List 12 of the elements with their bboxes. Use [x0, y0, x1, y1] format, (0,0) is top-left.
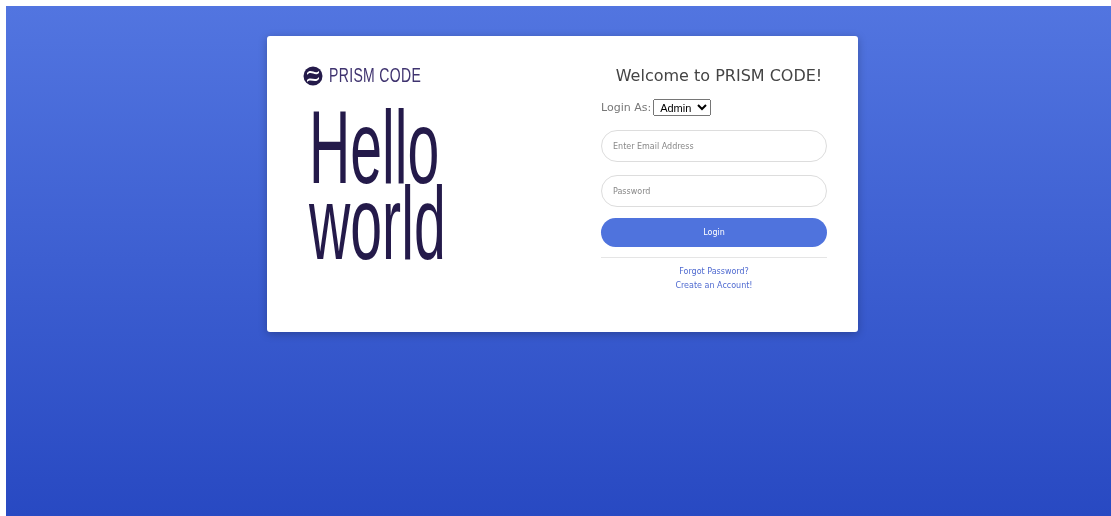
login-button[interactable]: Login: [601, 218, 827, 247]
form-link[interactable]: Create an Account!: [675, 281, 753, 290]
password-field[interactable]: Password: [601, 175, 827, 207]
form-link[interactable]: Forgot Password?: [679, 267, 749, 276]
email-field[interactable]: Enter Email Address: [601, 130, 827, 162]
logo-icon: [303, 65, 323, 86]
hero-text: Hello: [309, 109, 440, 185]
role-label: Login As:: [601, 101, 652, 114]
welcome-title: Welcome to PRISM CODE!: [614, 66, 824, 85]
hero-text: world: [309, 185, 446, 261]
brand-name: PRISM CODE: [329, 64, 422, 87]
role-select[interactable]: Admin: [653, 99, 712, 116]
